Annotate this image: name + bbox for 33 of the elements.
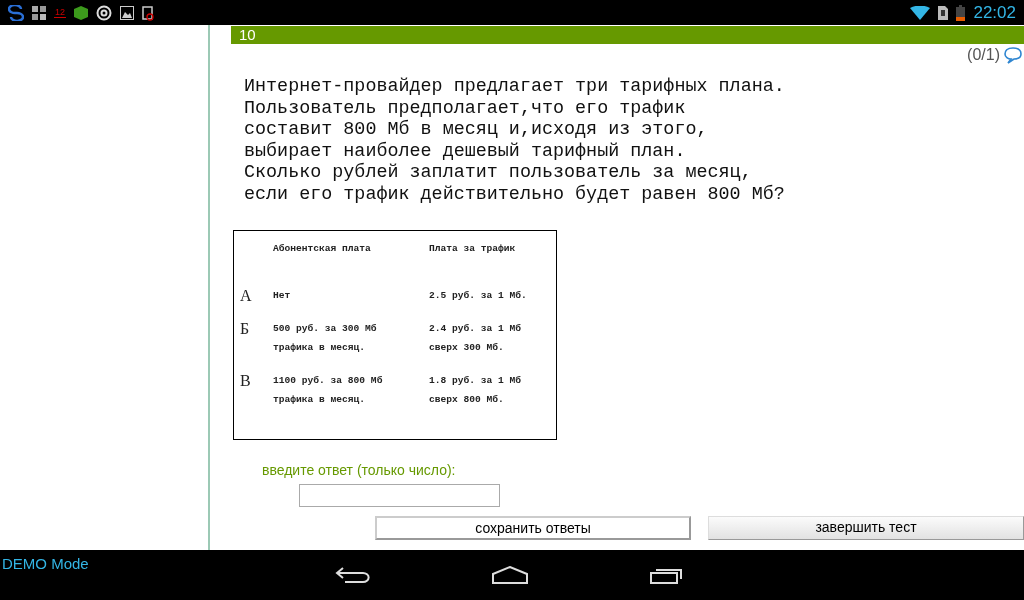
question-text: Интернет-провайдер предлагает три тарифных плана. Пользователь предполагает,что его трафик составит 800 Мб в месяц и,исходя из этого, выбирает наиболее дешевый тарифный план. Сколько рублей заплатит пользователь за месяц, если его трафик действительно будет равен 800 Мб? xyxy=(244,76,786,206)
home-icon[interactable] xyxy=(491,566,529,584)
answer-field[interactable] xyxy=(299,483,500,507)
score: (0/1) xyxy=(967,45,1000,65)
table-cell-text: 1100 руб. за 800 Мб трафика в месяц. xyxy=(273,373,384,407)
sim-icon xyxy=(938,5,949,20)
clipboard-icon xyxy=(142,4,154,21)
table-cell-text: 2.4 руб. за 1 Мб сверх 300 Мб. xyxy=(429,321,523,355)
table-cell-text: 500 руб. за 300 Мб трафика в месяц. xyxy=(273,321,378,355)
grid-icon xyxy=(32,5,46,20)
back-icon[interactable] xyxy=(335,566,371,584)
sync-icon xyxy=(8,4,24,21)
demo-mode-label: DEMO Mode xyxy=(2,554,89,574)
row-label: В xyxy=(240,370,252,391)
wifi-icon xyxy=(910,5,931,20)
row-label: А xyxy=(240,285,253,305)
speech-bubble-icon[interactable] xyxy=(1004,46,1022,64)
column-header: Плата за трафик xyxy=(429,241,517,256)
battery-icon xyxy=(956,4,966,21)
column-header: Абонентская плата xyxy=(273,241,372,256)
answer-label: введите ответ (только число): xyxy=(262,460,457,480)
recent-apps-icon[interactable] xyxy=(649,566,685,584)
image-icon xyxy=(120,5,134,20)
finish-button[interactable]: завершить тест xyxy=(708,515,1024,540)
table-cell-text: 2.5 руб. за 1 Мб. xyxy=(429,288,528,303)
notification-count: 12 xyxy=(54,7,66,18)
clock: 22:02 xyxy=(973,4,1016,21)
save-button[interactable]: сохранить ответы xyxy=(375,515,691,540)
table-cell-text: 1.8 руб. за 1 Мб сверх 800 Мб. xyxy=(429,373,523,407)
cube-icon xyxy=(74,5,88,20)
question-number-bar: 10 xyxy=(231,26,1024,44)
table-cell-text: Нет xyxy=(273,288,292,303)
row-label: Б xyxy=(240,318,251,339)
